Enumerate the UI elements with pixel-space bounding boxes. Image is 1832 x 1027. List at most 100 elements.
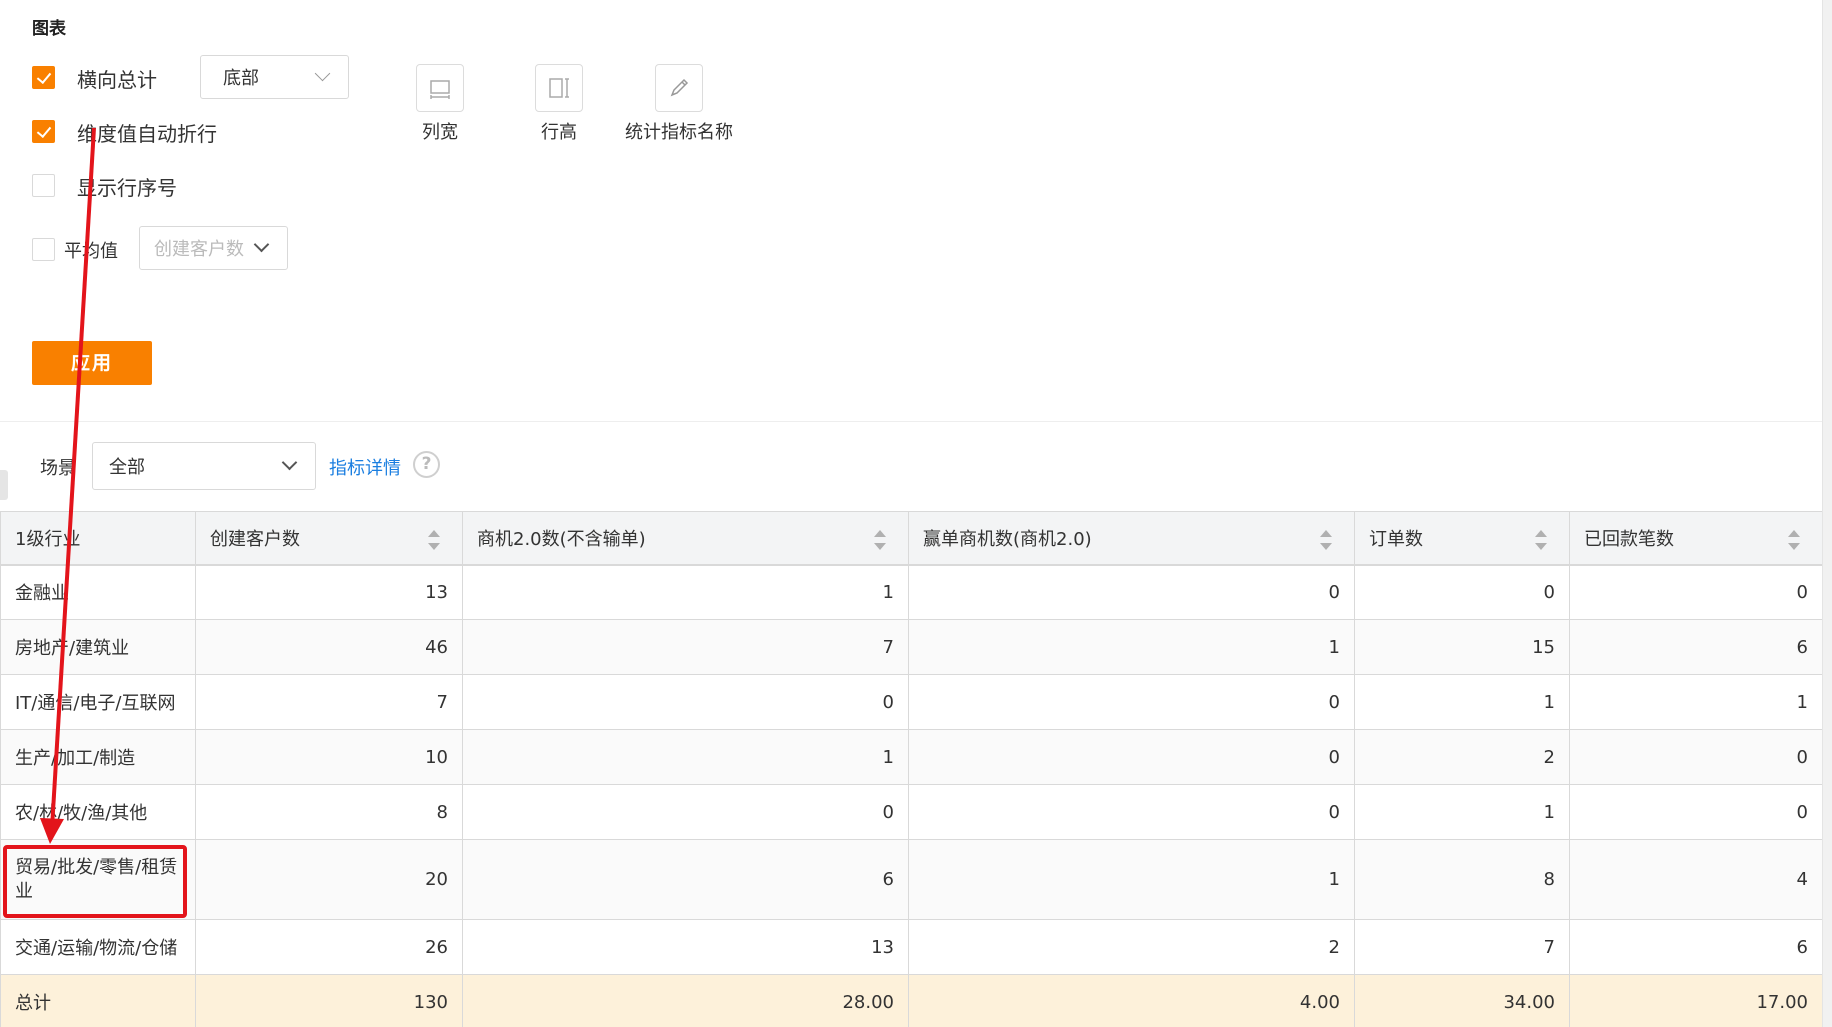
table-cell: IT/通信/电子/互联网 xyxy=(0,674,196,730)
table-cell: 0 xyxy=(1569,564,1823,620)
table-cell: 金融业 xyxy=(0,564,196,620)
average-metric-placeholder: 创建客户数 xyxy=(154,239,244,260)
sort-icon[interactable] xyxy=(428,530,440,550)
column-header-label: 赢单商机数(商机2.0) xyxy=(923,528,1092,550)
scene-value: 全部 xyxy=(109,457,145,478)
table-cell: 7 xyxy=(1354,919,1570,975)
column-width-icon xyxy=(430,80,450,99)
table-cell: 10 xyxy=(195,729,463,785)
table-cell: 13 xyxy=(462,919,909,975)
table-row: 金融业 13 1 0 0 0 xyxy=(0,564,1823,620)
table-cell: 2 xyxy=(908,919,1355,975)
sort-icon[interactable] xyxy=(1320,530,1332,550)
table-cell: 0 xyxy=(908,784,1355,840)
table-cell: 0 xyxy=(1354,564,1570,620)
column-header[interactable]: 创建客户数 xyxy=(195,511,463,566)
show-row-number-label: 显示行序号 xyxy=(77,176,177,200)
table-cell: 0 xyxy=(908,674,1355,730)
horizontal-total-label: 横向总计 xyxy=(77,68,157,92)
chevron-down-icon xyxy=(253,236,270,253)
table-cell: 17.00 xyxy=(1569,974,1823,1027)
data-table: 1级行业 创建客户数 商机2.0数(不含输单) 赢单商机数(商机2.0) 订单数… xyxy=(0,511,1823,1027)
vertical-scrollbar[interactable] xyxy=(1822,0,1832,1027)
column-header[interactable]: 订单数 xyxy=(1354,511,1570,566)
table-cell: 130 xyxy=(195,974,463,1027)
column-header-label: 商机2.0数(不含输单) xyxy=(477,528,646,550)
table-cell: 28.00 xyxy=(462,974,909,1027)
table-cell: 0 xyxy=(462,784,909,840)
show-row-number-checkbox[interactable] xyxy=(32,174,55,197)
column-header-label: 1级行业 xyxy=(15,528,81,550)
table-cell: 总计 xyxy=(0,974,196,1027)
table-cell: 4 xyxy=(1569,839,1823,920)
table-cell: 8 xyxy=(195,784,463,840)
column-header[interactable]: 赢单商机数(商机2.0) xyxy=(908,511,1355,566)
table-cell: 20 xyxy=(195,839,463,920)
sort-icon[interactable] xyxy=(1535,530,1547,550)
column-header-label: 订单数 xyxy=(1369,528,1423,550)
table-cell: 农/林/牧/渔/其他 xyxy=(0,784,196,840)
column-header[interactable]: 商机2.0数(不含输单) xyxy=(462,511,909,566)
average-metric-select[interactable]: 创建客户数 xyxy=(139,226,288,270)
section-divider xyxy=(0,421,1822,422)
column-header-label: 已回款笔数 xyxy=(1584,528,1674,550)
table-cell: 6 xyxy=(1569,919,1823,975)
total-position-select[interactable]: 底部 xyxy=(200,55,349,99)
table-cell: 0 xyxy=(908,564,1355,620)
pencil-icon xyxy=(670,78,689,97)
average-checkbox[interactable] xyxy=(32,238,55,261)
table-cell: 1 xyxy=(908,839,1355,920)
column-header: 1级行业 xyxy=(0,511,196,566)
metric-detail-link[interactable]: 指标详情 xyxy=(329,454,401,480)
column-width-button[interactable] xyxy=(416,64,464,112)
apply-button[interactable]: 应用 xyxy=(32,341,152,385)
metric-name-button[interactable] xyxy=(655,64,703,112)
table-row: 交通/运输/物流/仓储 26 13 2 7 6 xyxy=(0,919,1823,975)
table-cell: 6 xyxy=(1569,619,1823,675)
row-height-button[interactable] xyxy=(535,64,583,112)
table-cell: 生产/加工/制造 xyxy=(0,729,196,785)
metric-name-label: 统计指标名称 xyxy=(625,122,733,143)
table-cell: 交通/运输/物流/仓储 xyxy=(0,919,196,975)
table-cell: 1 xyxy=(462,564,909,620)
table-cell: 34.00 xyxy=(1354,974,1570,1027)
table-cell: 46 xyxy=(195,619,463,675)
auto-wrap-checkbox[interactable] xyxy=(32,120,55,143)
table-cell: 1 xyxy=(1354,784,1570,840)
table-cell: 4.00 xyxy=(908,974,1355,1027)
column-header[interactable]: 已回款笔数 xyxy=(1569,511,1823,566)
table-cell: 2 xyxy=(1354,729,1570,785)
auto-wrap-label: 维度值自动折行 xyxy=(77,122,217,146)
table-cell: 13 xyxy=(195,564,463,620)
table-row: 贸易/批发/零售/租赁业 20 6 1 8 4 xyxy=(0,839,1823,920)
table-cell: 1 xyxy=(908,619,1355,675)
table-cell: 0 xyxy=(462,674,909,730)
chevron-down-icon xyxy=(281,454,298,471)
chart-section-title: 图表 xyxy=(32,19,66,39)
table-cell: 房地产/建筑业 xyxy=(0,619,196,675)
total-position-value: 底部 xyxy=(223,68,259,89)
help-icon[interactable]: ? xyxy=(413,451,440,478)
horizontal-total-checkbox[interactable] xyxy=(32,66,55,89)
table-row: 房地产/建筑业 46 7 1 15 6 xyxy=(0,619,1823,675)
table-cell: 贸易/批发/零售/租赁业 xyxy=(0,839,196,920)
scene-select[interactable]: 全部 xyxy=(92,442,316,490)
table-cell: 26 xyxy=(195,919,463,975)
side-collapse-handle[interactable] xyxy=(0,470,8,500)
table-total-row: 总计 130 28.00 4.00 34.00 17.00 xyxy=(0,974,1823,1027)
sort-icon[interactable] xyxy=(874,530,886,550)
sort-icon[interactable] xyxy=(1788,530,1800,550)
table-cell: 0 xyxy=(1569,729,1823,785)
table-row: 生产/加工/制造 10 1 0 2 0 xyxy=(0,729,1823,785)
table-cell: 1 xyxy=(1569,674,1823,730)
average-label: 平均值 xyxy=(64,241,118,262)
table-cell: 1 xyxy=(1354,674,1570,730)
chevron-down-icon xyxy=(314,65,331,82)
row-height-icon xyxy=(549,78,569,98)
table-cell: 15 xyxy=(1354,619,1570,675)
table-cell: 7 xyxy=(195,674,463,730)
table-cell: 8 xyxy=(1354,839,1570,920)
column-header-label: 创建客户数 xyxy=(210,528,300,550)
scene-label: 场景 xyxy=(40,458,76,479)
row-height-label: 行高 xyxy=(541,122,577,143)
